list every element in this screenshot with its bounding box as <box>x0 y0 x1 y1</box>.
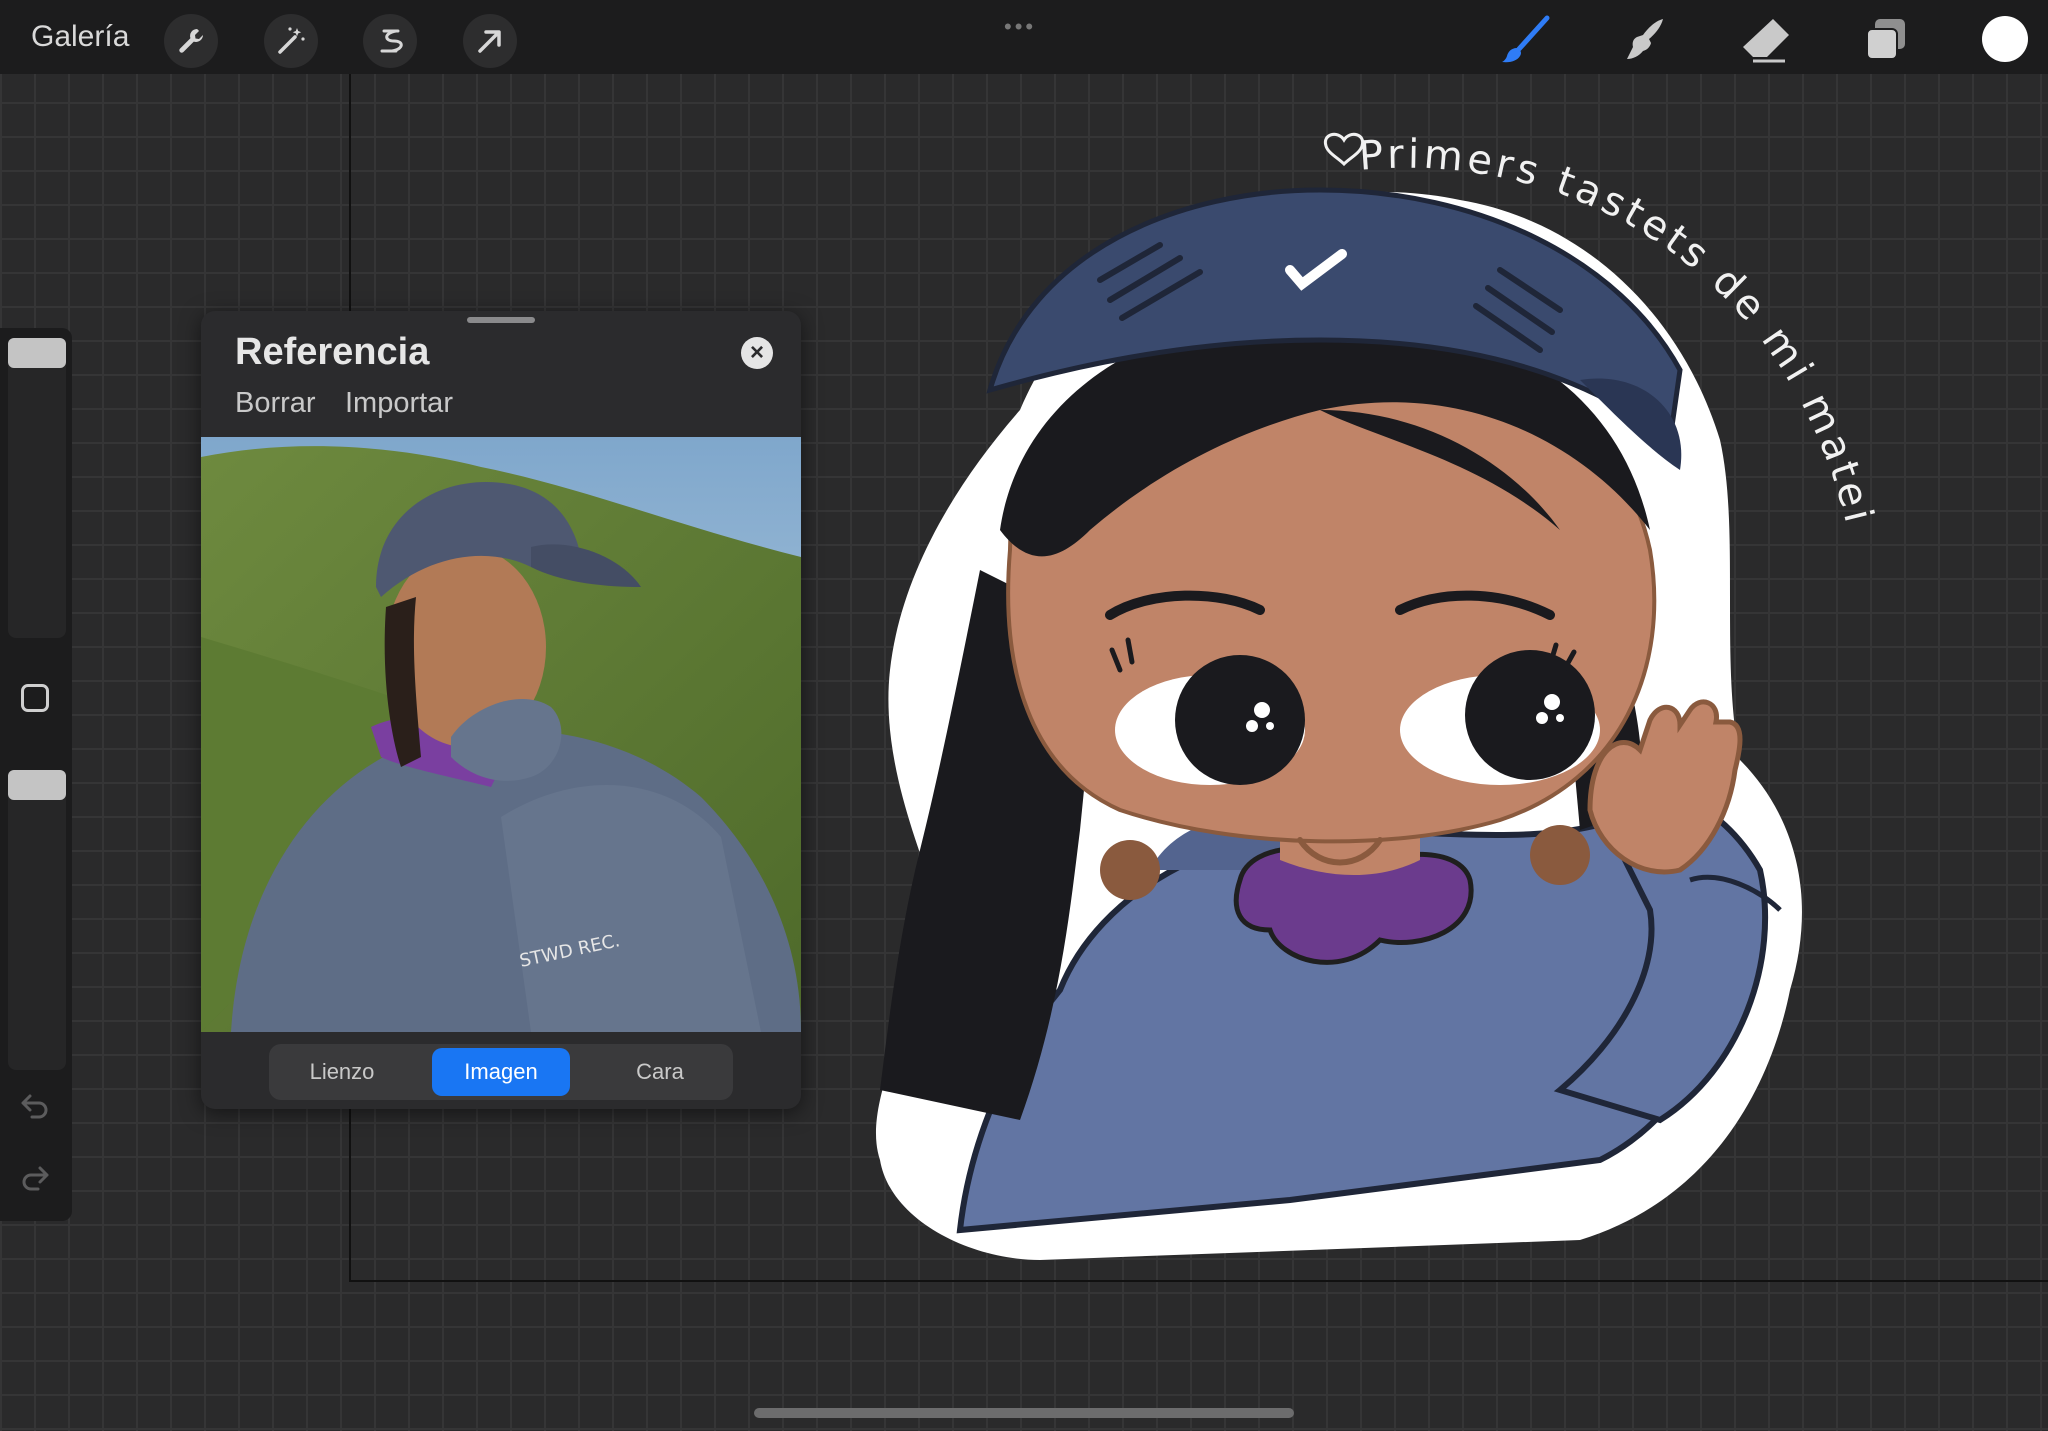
layers-button[interactable] <box>1856 10 1916 70</box>
clear-button[interactable]: Borrar <box>235 387 316 420</box>
panel-grabber[interactable] <box>467 317 535 323</box>
tab-image[interactable]: Imagen <box>432 1048 570 1096</box>
color-picker-button[interactable] <box>1982 16 2028 62</box>
character-drawing: Primers tastets de mi mateixa <box>860 110 1878 1260</box>
tab-face[interactable]: Cara <box>591 1048 729 1096</box>
magic-wand-icon <box>278 27 305 54</box>
actions-button[interactable] <box>164 14 218 68</box>
opacity-slider[interactable] <box>8 770 66 1070</box>
adjustments-button[interactable] <box>264 14 318 68</box>
top-toolbar: Galería ••• <box>0 0 2048 74</box>
tab-canvas[interactable]: Lienzo <box>273 1048 411 1096</box>
reference-title: Referencia <box>235 331 430 373</box>
brush-size-slider-thumb[interactable] <box>8 338 66 368</box>
redo-button[interactable] <box>18 1160 52 1202</box>
selection-icon <box>380 29 403 53</box>
left-sidebar <box>0 328 72 1221</box>
brush-tool-button[interactable] <box>1496 10 1556 70</box>
modify-button[interactable] <box>21 684 49 712</box>
undo-button[interactable] <box>18 1088 52 1130</box>
eraser-icon <box>1743 19 1789 63</box>
selection-button[interactable] <box>363 14 417 68</box>
reference-mode-tabs: Lienzo Imagen Cara <box>269 1044 733 1100</box>
import-button[interactable]: Importar <box>345 387 453 420</box>
close-button[interactable]: × <box>741 337 773 369</box>
more-handle-icon[interactable]: ••• <box>1004 14 1036 40</box>
layers-icon <box>1866 19 1905 60</box>
gallery-button[interactable]: Galería <box>31 20 129 54</box>
reference-panel[interactable]: Referencia × Borrar Importar STWD REC. L… <box>201 311 801 1109</box>
transform-button[interactable] <box>463 14 517 68</box>
transform-arrow-icon <box>478 30 501 53</box>
brush-icon <box>1502 15 1550 63</box>
smudge-tool-button[interactable] <box>1616 10 1676 70</box>
smudge-icon <box>1627 19 1663 59</box>
reference-photo: STWD REC. <box>201 437 801 1032</box>
heart-icon <box>1323 132 1365 167</box>
wrench-icon <box>179 29 203 53</box>
undo-icon <box>21 1094 48 1119</box>
redo-icon <box>22 1166 49 1191</box>
home-indicator <box>754 1408 1294 1418</box>
close-icon: × <box>749 339 764 366</box>
opacity-slider-thumb[interactable] <box>8 770 66 800</box>
brush-size-slider[interactable] <box>8 338 66 638</box>
eraser-tool-button[interactable] <box>1736 10 1796 70</box>
